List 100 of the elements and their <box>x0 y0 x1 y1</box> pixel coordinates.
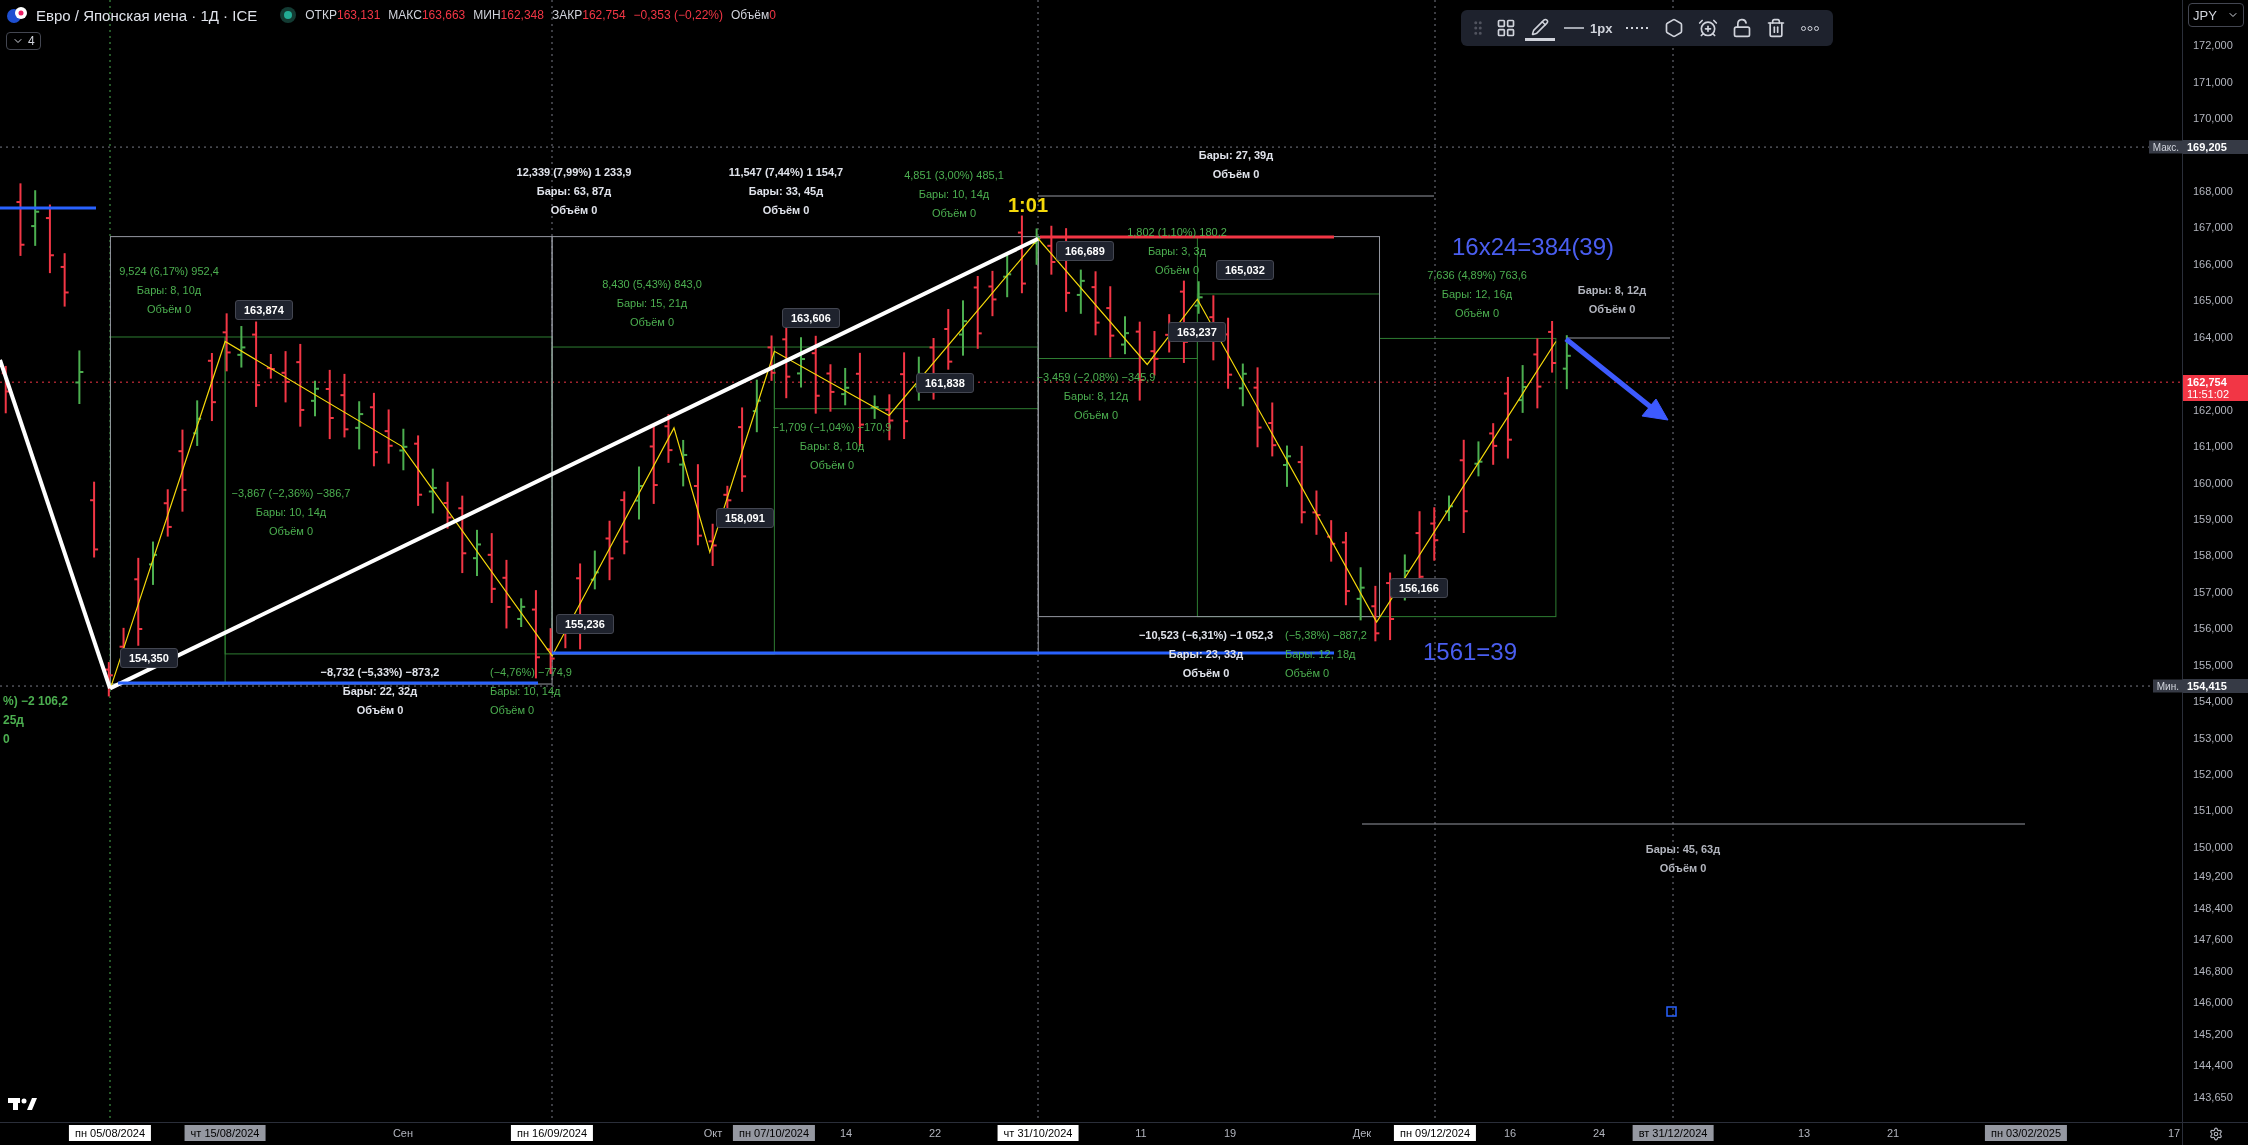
measure-label: 4,851 (3,00%) 485,1 <box>904 169 1004 182</box>
price-tick: 160,000 <box>2193 476 2233 489</box>
measure-label: Объём 0 <box>1182 667 1230 680</box>
tradingview-logo <box>8 1098 37 1110</box>
price-tick: 162,000 <box>2193 403 2233 416</box>
more-icon <box>1801 25 1820 31</box>
last-price-value: 162,754 <box>2187 376 2228 389</box>
price-tick: 164,000 <box>2193 330 2233 343</box>
hexagon-icon <box>1664 18 1685 38</box>
measure-label: Объём 0 <box>1659 862 1707 875</box>
measure-label: Бары: 12, 16д <box>1441 288 1513 301</box>
measure-label: Бары: 8, 10д <box>136 284 202 297</box>
price-tick: 159,000 <box>2193 512 2233 525</box>
price-label: 158,091 <box>716 508 774 528</box>
alarm-clock-icon <box>1698 18 1719 38</box>
measure-label: Объём 0 <box>809 459 855 472</box>
measure-label: −8,732 (−5,33%) −873,2 <box>320 666 440 679</box>
volume-value: Объём0 <box>731 8 776 22</box>
measure-label: %) −2 106,2 <box>3 695 69 708</box>
time-label: 16 <box>1502 1126 1518 1141</box>
time-label: 24 <box>1591 1126 1607 1141</box>
price-tick: 172,000 <box>2193 39 2233 52</box>
price-label: 163,874 <box>235 300 293 320</box>
grid-icon <box>1496 18 1516 38</box>
min-price-tag: 154,415 <box>2183 679 2248 694</box>
price-tick: 146,800 <box>2193 964 2233 977</box>
measure-label: Бары: 12, 18д <box>1285 648 1356 661</box>
time-label: 21 <box>1885 1126 1901 1141</box>
price-tick: 166,000 <box>2193 257 2233 270</box>
measure-label: Бары: 10, 14д <box>490 685 561 698</box>
price-tick: 155,000 <box>2193 658 2233 671</box>
price-tick: 167,000 <box>2193 221 2233 234</box>
measure-label: Бары: 45, 63д <box>1645 843 1721 856</box>
measure-label: 7,636 (4,89%) 763,6 <box>1427 269 1527 282</box>
market-status-icon <box>279 6 298 24</box>
indicators-toggle[interactable]: 4 <box>6 32 41 50</box>
ohlc-value: ЗАКР162,754 <box>551 8 626 22</box>
price-label: 163,606 <box>782 308 840 328</box>
price-change: −0,353 (−0,22%) <box>633 8 723 22</box>
settings-icon[interactable] <box>2208 1127 2223 1141</box>
price-tick: 151,000 <box>2193 804 2233 817</box>
price-tick: 147,600 <box>2193 933 2233 945</box>
unlock-icon <box>1732 18 1753 38</box>
anchor-handle[interactable] <box>1666 1006 1677 1017</box>
price-label: 156,166 <box>1390 578 1448 598</box>
chart-note: 16x24=384(39) <box>1451 233 1615 261</box>
measure-label: Бары: 33, 45д <box>748 185 824 198</box>
measure-label: 12,339 (7,99%) 1 233,9 <box>516 166 632 179</box>
measure-label: 1,802 (1,10%) 180,2 <box>1127 226 1227 239</box>
currency-select[interactable]: JPY <box>2188 3 2244 27</box>
measure-label: Объём 0 <box>1212 168 1260 181</box>
price-tick: 161,000 <box>2193 440 2233 453</box>
measure-label: Бары: 23, 33д <box>1168 648 1244 661</box>
line-width-button[interactable]: 1px <box>1559 13 1618 43</box>
price-tick: 143,650 <box>2193 1090 2233 1103</box>
price-label: 166,689 <box>1056 241 1114 261</box>
chart-note: 1561=39 <box>1422 638 1518 666</box>
dotted-line-icon <box>1626 26 1651 30</box>
measure-label: Объём 0 <box>268 525 314 538</box>
measure-label: Бары: 8, 10д <box>799 440 865 453</box>
measure-label: 11,547 (7,44%) 1 154,7 <box>728 166 844 179</box>
time-label: Дек <box>1351 1126 1373 1141</box>
measure-label: Объём 0 <box>490 704 535 717</box>
line-icon <box>1564 26 1584 30</box>
min-label: Мин. <box>2152 679 2183 693</box>
time-label: пн 05/08/2024 <box>68 1125 152 1141</box>
measure-label: Бары: 22, 32д <box>342 685 418 698</box>
measure-label: (−4,76%) −774,9 <box>490 666 572 679</box>
measure-label: 0 <box>3 733 10 746</box>
measure-label: Бары: 27, 39д <box>1198 149 1274 162</box>
time-label: Окт <box>702 1126 724 1141</box>
measure-label: Объём 0 <box>629 316 675 329</box>
measure-label: Бары: 8, 12д <box>1577 284 1647 297</box>
time-label: 19 <box>1222 1126 1238 1141</box>
price-tick: 152,000 <box>2193 768 2233 781</box>
max-label: Макс. <box>2148 140 2183 154</box>
price-tick: 157,000 <box>2193 585 2233 598</box>
price-label: 165,032 <box>1216 260 1274 280</box>
price-label: 161,838 <box>916 373 974 393</box>
time-label: Сен <box>391 1126 415 1141</box>
price-tick: 168,000 <box>2193 185 2233 197</box>
price-tick: 156,000 <box>2193 622 2233 635</box>
measure-label: Бары: 10, 14д <box>255 506 327 519</box>
measure-label: Бары: 63, 87д <box>536 185 612 198</box>
measure-label: −3,867 (−2,36%) −386,7 <box>231 487 351 500</box>
ohlc-value: ОТКР163,131 <box>305 8 381 22</box>
time-label: 14 <box>838 1126 854 1141</box>
time-label: 11 <box>1134 1126 1148 1141</box>
measure-label: Объём 0 <box>1454 307 1500 320</box>
measure-label: Объём 0 <box>356 704 404 717</box>
price-tick: 150,000 <box>2193 840 2233 853</box>
time-label: вт 31/12/2024 <box>1632 1125 1714 1141</box>
price-tick: 145,200 <box>2193 1027 2233 1040</box>
price-tick: 170,000 <box>2193 112 2233 125</box>
price-label: 154,350 <box>120 648 178 668</box>
measure-label: Объём 0 <box>1073 409 1119 422</box>
chart-note: 1:01 <box>1008 193 1048 217</box>
time-label: 22 <box>927 1126 943 1141</box>
pencil-icon <box>1531 17 1549 36</box>
time-label: пн 09/12/2024 <box>1393 1125 1477 1141</box>
